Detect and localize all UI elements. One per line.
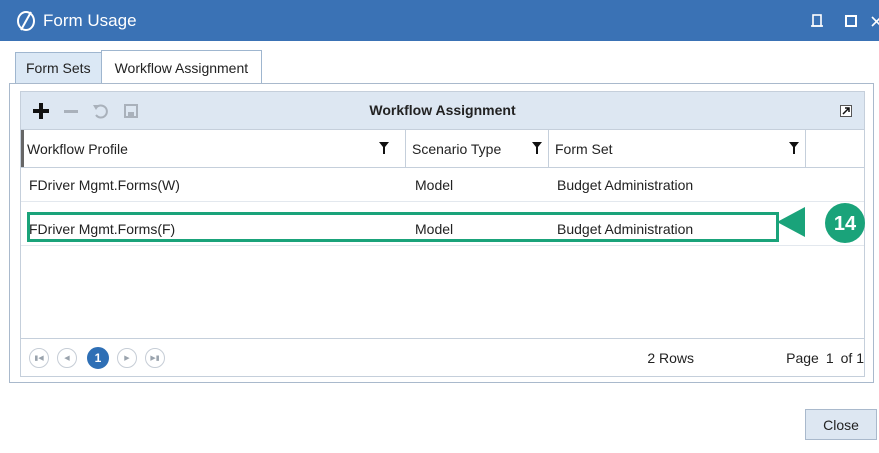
- page-number: 1: [825, 350, 834, 366]
- step-callout: 14: [775, 203, 875, 250]
- filter-icon[interactable]: [532, 142, 542, 154]
- next-page-icon[interactable]: ▶: [117, 348, 137, 368]
- cell-scenario-type: Model: [415, 176, 454, 193]
- filter-icon[interactable]: [789, 142, 799, 154]
- expand-icon[interactable]: [836, 101, 856, 121]
- page-label: Page: [786, 350, 819, 366]
- callout-badge-icon: 14: [777, 203, 865, 243]
- column-header-form-set[interactable]: Form Set: [549, 130, 806, 167]
- tab-workflow-assignment[interactable]: Workflow Assignment: [100, 50, 263, 84]
- filter-icon[interactable]: [379, 142, 389, 154]
- tab-strip: Form Sets Workflow Assignment: [15, 50, 263, 84]
- row-highlight-box: [27, 212, 779, 242]
- maximize-icon[interactable]: [841, 11, 861, 31]
- column-header-workflow-profile[interactable]: Workflow Profile: [21, 130, 406, 167]
- pin-icon[interactable]: [807, 11, 827, 31]
- grid-title: Workflow Assignment: [369, 102, 516, 118]
- grid-header: Workflow Profile Scenario Type Form Set: [21, 130, 864, 168]
- tab-form-sets[interactable]: Form Sets: [15, 52, 102, 83]
- table-row[interactable]: FDriver Mgmt.Forms(W) Model Budget Admin…: [21, 168, 864, 202]
- tab-panel: Workflow Assignment Workflow Profile Sce…: [9, 83, 874, 383]
- window-title: Form Usage: [43, 10, 137, 30]
- close-button[interactable]: Close: [805, 409, 877, 440]
- page-total: of 1: [840, 350, 864, 366]
- workflow-assignment-grid: Workflow Assignment Workflow Profile Sce…: [20, 91, 865, 377]
- column-header-scenario-type[interactable]: Scenario Type: [406, 130, 549, 167]
- row-count: 2 Rows: [647, 350, 694, 366]
- callout-number: 14: [834, 213, 857, 235]
- grid-pager: ▮◀ ◀ 1 ▶ ▶▮ 2 Rows Page 1 of 1: [21, 338, 864, 377]
- current-page-button[interactable]: 1: [87, 347, 109, 369]
- previous-page-icon[interactable]: ◀: [57, 348, 77, 368]
- first-page-icon[interactable]: ▮◀: [29, 348, 49, 368]
- cell-form-set: Budget Administration: [557, 176, 694, 193]
- app-logo-icon: [15, 10, 37, 32]
- last-page-icon[interactable]: ▶▮: [145, 348, 165, 368]
- window-titlebar: Form Usage: [0, 0, 879, 41]
- close-icon[interactable]: [871, 11, 879, 31]
- grid-toolbar: Workflow Assignment: [21, 92, 864, 130]
- page-indicator: Page 1 of 1: [779, 350, 864, 366]
- cell-workflow-profile: FDriver Mgmt.Forms(W): [29, 176, 180, 193]
